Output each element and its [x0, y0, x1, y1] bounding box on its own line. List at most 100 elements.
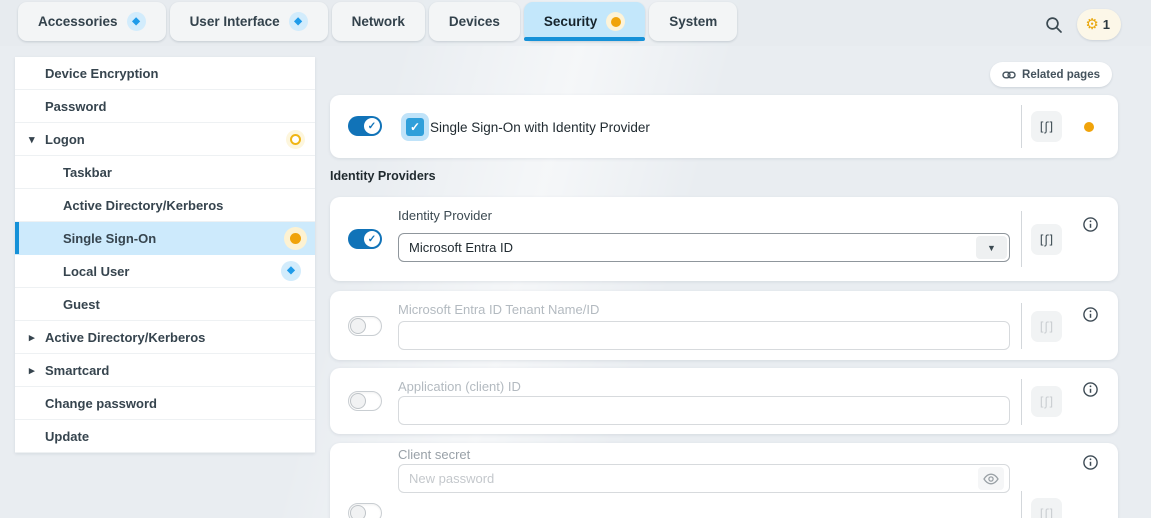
divider [1021, 105, 1022, 148]
orange-dot-icon [611, 17, 621, 27]
search-icon[interactable] [1045, 16, 1063, 34]
divider [1021, 491, 1022, 518]
sidebar-item-ad-kerberos-sub[interactable]: Active Directory/Kerberos [15, 189, 315, 222]
identity-provider-label: Identity Provider [398, 208, 492, 223]
client-secret-input[interactable] [398, 464, 1010, 493]
identity-provider-card: ✓ Identity Provider Microsoft Entra ID ▼… [330, 197, 1118, 281]
chevron-down-icon: ▾ [29, 133, 35, 146]
sidebar-item-label: Active Directory/Kerberos [63, 198, 223, 213]
related-pages-button[interactable]: Related pages [990, 62, 1112, 87]
sidebar-item-label: Guest [63, 297, 100, 312]
section-title: Identity Providers [330, 169, 436, 183]
sso-row-label: Single Sign-On with Identity Provider [430, 120, 650, 135]
chevron-down-icon: ▼ [976, 236, 1007, 259]
diamond-icon: ◆ [132, 17, 140, 27]
client-secret-card: Client secret [ʃ] [330, 443, 1118, 518]
check-icon: ✓ [410, 120, 420, 134]
tab-label: User Interface [190, 14, 280, 29]
divider [1021, 211, 1022, 267]
sso-checkbox[interactable]: ✓ [406, 118, 424, 136]
ring-badge-icon [290, 134, 301, 145]
sidebar-item-label: Password [45, 99, 106, 114]
tab-devices[interactable]: Devices [429, 2, 520, 41]
sidebar-item-label: Taskbar [63, 165, 112, 180]
tab-network[interactable]: Network [332, 2, 425, 41]
sidebar-item-label: Update [45, 429, 89, 444]
identity-provider-select[interactable]: Microsoft Entra ID ▼ [398, 233, 1010, 262]
sidebar-item-guest[interactable]: Guest [15, 288, 315, 321]
sidebar-item-update[interactable]: Update [15, 420, 315, 453]
info-icon[interactable] [1083, 382, 1098, 397]
chevron-right-icon: ▸ [29, 331, 35, 344]
changed-badge [606, 12, 625, 31]
tab-user-interface[interactable]: User Interface ◆ [170, 2, 328, 41]
chevron-right-icon: ▸ [29, 364, 35, 377]
changed-dot-icon [1084, 122, 1094, 132]
settings-sidebar: Device Encryption Password ▾ Logon Taskb… [15, 57, 315, 453]
changes-count: 1 [1103, 17, 1110, 32]
sidebar-item-label: Device Encryption [45, 66, 158, 81]
sidebar-item-local-user[interactable]: Local User ◆ [15, 255, 315, 288]
tab-label: Network [352, 14, 405, 29]
check-icon: ✓ [364, 231, 380, 247]
diamond-icon: ◆ [287, 266, 295, 276]
changes-counter-button[interactable]: ⚙ 1 [1077, 9, 1121, 40]
info-icon[interactable] [1083, 217, 1098, 232]
parameter-button[interactable]: [ʃ] [1031, 224, 1062, 255]
info-icon[interactable] [1083, 455, 1098, 470]
divider [1021, 303, 1022, 349]
client-id-card: Application (client) ID [ʃ] [330, 368, 1118, 434]
tab-label: Accessories [38, 14, 118, 29]
sso-enable-toggle[interactable]: ✓ [348, 116, 382, 136]
parameter-button: [ʃ] [1031, 311, 1062, 342]
modified-badge: ◆ [289, 12, 308, 31]
tenant-input[interactable] [398, 321, 1010, 350]
identity-provider-toggle[interactable]: ✓ [348, 229, 382, 249]
client-id-toggle[interactable] [348, 391, 382, 411]
selected-option: Microsoft Entra ID [409, 240, 513, 255]
sidebar-item-single-sign-on[interactable]: Single Sign-On [15, 222, 315, 255]
tenant-label: Microsoft Entra ID Tenant Name/ID [398, 302, 599, 317]
sidebar-item-ad-kerberos[interactable]: ▸ Active Directory/Kerberos [15, 321, 315, 354]
orange-dot-icon [290, 233, 301, 244]
tab-label: Security [544, 14, 597, 29]
tab-system[interactable]: System [649, 2, 737, 41]
tab-accessories[interactable]: Accessories ◆ [18, 2, 166, 41]
tenant-toggle[interactable] [348, 316, 382, 336]
show-password-eye-icon[interactable] [978, 467, 1004, 490]
parameter-button[interactable]: [ʃ] [1031, 111, 1062, 142]
sso-enable-card: ✓ ✓ Single Sign-On with Identity Provide… [330, 95, 1118, 158]
sidebar-item-label: Active Directory/Kerberos [45, 330, 205, 345]
sidebar-item-password[interactable]: Password [15, 90, 315, 123]
info-icon[interactable] [1083, 307, 1098, 322]
client-id-input[interactable] [398, 396, 1010, 425]
sidebar-item-label: Change password [45, 396, 157, 411]
top-tab-bar: Accessories ◆ User Interface ◆ Network D… [0, 0, 1151, 46]
divider [1021, 379, 1022, 425]
sidebar-item-taskbar[interactable]: Taskbar [15, 156, 315, 189]
sidebar-item-label: Single Sign-On [63, 231, 156, 246]
sidebar-item-label: Logon [45, 132, 85, 147]
gear-icon: ⚙ [1085, 17, 1098, 32]
related-pages-label: Related pages [1022, 69, 1100, 81]
tab-label: Devices [449, 14, 500, 29]
sidebar-item-device-encryption[interactable]: Device Encryption [15, 57, 315, 90]
sidebar-item-logon[interactable]: ▾ Logon [15, 123, 315, 156]
parameter-button: [ʃ] [1031, 386, 1062, 417]
client-secret-toggle[interactable] [348, 503, 382, 518]
tab-label: System [669, 14, 717, 29]
tenant-card: Microsoft Entra ID Tenant Name/ID [ʃ] [330, 291, 1118, 360]
modified-badge: ◆ [127, 12, 146, 31]
tab-security[interactable]: Security [524, 2, 645, 41]
client-id-label: Application (client) ID [398, 379, 521, 394]
sidebar-item-label: Smartcard [45, 363, 109, 378]
link-icon [1002, 70, 1016, 80]
diamond-icon: ◆ [294, 17, 302, 27]
sidebar-item-smartcard[interactable]: ▸ Smartcard [15, 354, 315, 387]
sidebar-item-label: Local User [63, 264, 129, 279]
check-icon: ✓ [364, 118, 380, 134]
diamond-badge: ◆ [281, 261, 301, 281]
sidebar-item-change-password[interactable]: Change password [15, 387, 315, 420]
client-secret-label: Client secret [398, 447, 470, 462]
parameter-button: [ʃ] [1031, 498, 1062, 518]
